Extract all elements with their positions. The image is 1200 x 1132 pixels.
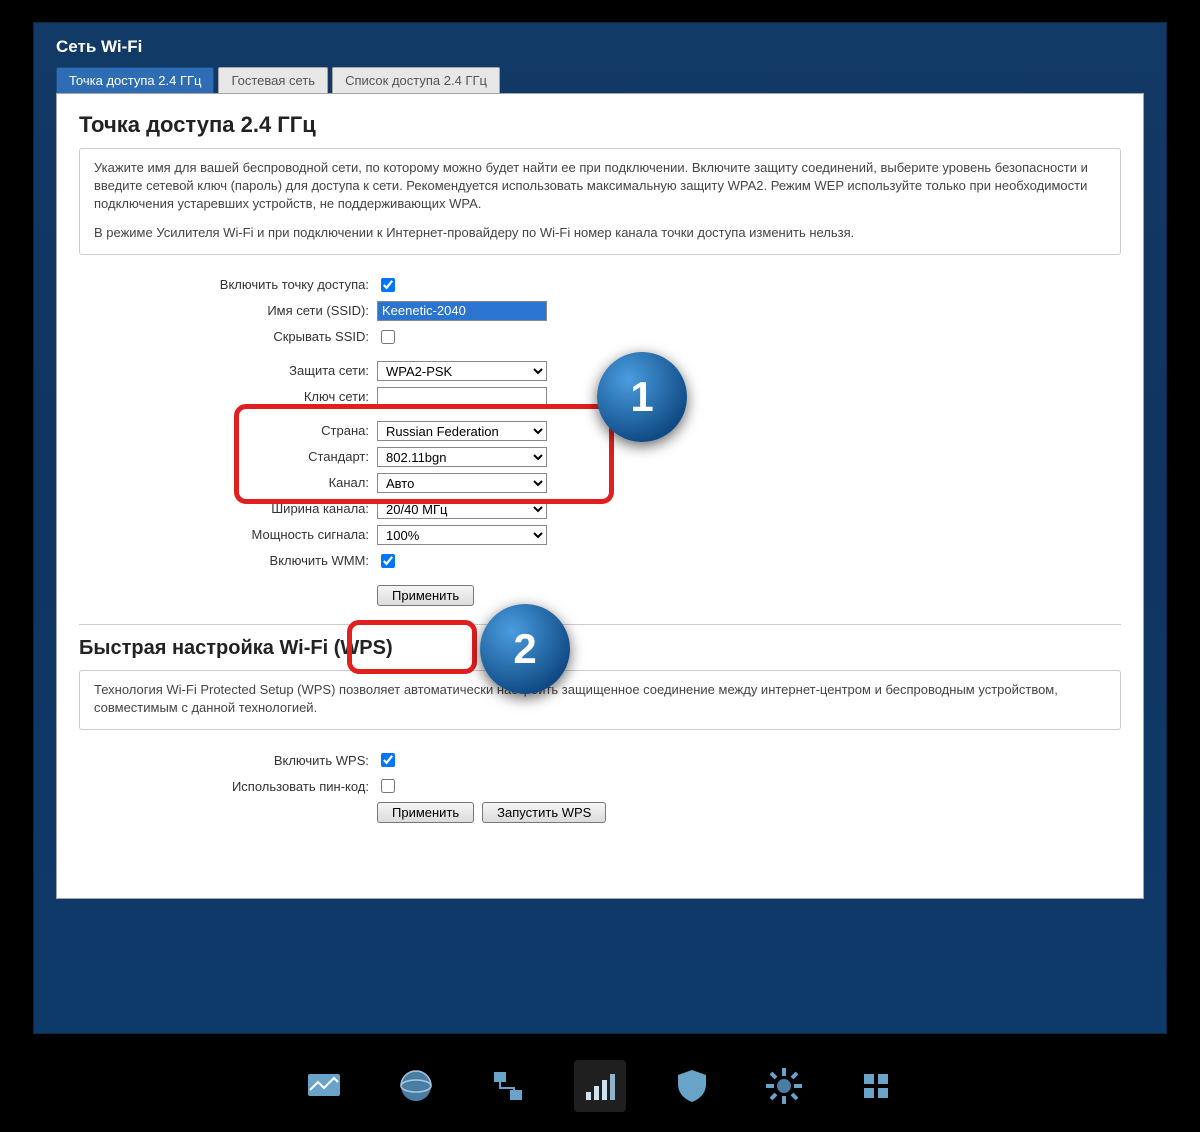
tab-ap-24[interactable]: Точка доступа 2.4 ГГц bbox=[56, 67, 214, 93]
wps-desc: Технология Wi-Fi Protected Setup (WPS) п… bbox=[94, 681, 1106, 717]
monitor-icon[interactable] bbox=[298, 1060, 350, 1112]
wps-section-title: Быстрая настройка Wi-Fi (WPS) bbox=[79, 637, 1121, 660]
label-wmm: Включить WMM: bbox=[79, 553, 377, 568]
shield-icon[interactable] bbox=[666, 1060, 718, 1112]
network-icon[interactable] bbox=[482, 1060, 534, 1112]
ap-info-box: Укажите имя для вашей беспроводной сети,… bbox=[79, 148, 1121, 255]
page-title: Сеть Wi-Fi bbox=[34, 23, 1166, 67]
select-country[interactable]: Russian Federation bbox=[377, 421, 547, 441]
start-wps-button[interactable]: Запустить WPS bbox=[482, 802, 606, 823]
select-width[interactable]: 20/40 МГц bbox=[377, 499, 547, 519]
label-width: Ширина канала: bbox=[79, 501, 377, 516]
label-enable-ap: Включить точку доступа: bbox=[79, 277, 377, 292]
select-standard[interactable]: 802.11bgn bbox=[377, 447, 547, 467]
ap-desc-2: В режиме Усилителя Wi-Fi и при подключен… bbox=[94, 224, 1106, 242]
annotation-badge-2: 2 bbox=[480, 604, 570, 694]
label-use-pin: Использовать пин-код: bbox=[79, 779, 377, 794]
checkbox-use-pin[interactable] bbox=[381, 779, 395, 793]
label-country: Страна: bbox=[79, 423, 377, 438]
label-power: Мощность сигнала: bbox=[79, 527, 377, 542]
label-key: Ключ сети: bbox=[79, 389, 377, 404]
gear-icon[interactable] bbox=[758, 1060, 810, 1112]
tabs: Точка доступа 2.4 ГГц Гостевая сеть Спис… bbox=[34, 67, 1166, 93]
input-key[interactable] bbox=[377, 387, 547, 407]
input-ssid[interactable] bbox=[377, 301, 547, 321]
label-ssid: Имя сети (SSID): bbox=[79, 303, 377, 318]
tab-access-list[interactable]: Список доступа 2.4 ГГц bbox=[332, 67, 500, 93]
ap-section-title: Точка доступа 2.4 ГГц bbox=[79, 112, 1121, 138]
content-panel: Точка доступа 2.4 ГГц Укажите имя для ва… bbox=[56, 93, 1144, 899]
label-hide-ssid: Скрывать SSID: bbox=[79, 329, 377, 344]
label-channel: Канал: bbox=[79, 475, 377, 490]
bottom-navbar bbox=[0, 1046, 1200, 1126]
apply-wps-button[interactable]: Применить bbox=[377, 802, 474, 823]
wifi-icon[interactable] bbox=[574, 1060, 626, 1112]
checkbox-wmm[interactable] bbox=[381, 554, 395, 568]
checkbox-enable-ap[interactable] bbox=[381, 278, 395, 292]
label-standard: Стандарт: bbox=[79, 449, 377, 464]
apply-ap-button[interactable]: Применить bbox=[377, 585, 474, 606]
wps-info-box: Технология Wi-Fi Protected Setup (WPS) п… bbox=[79, 670, 1121, 730]
checkbox-hide-ssid[interactable] bbox=[381, 330, 395, 344]
globe-icon[interactable] bbox=[390, 1060, 442, 1112]
ap-desc-1: Укажите имя для вашей беспроводной сети,… bbox=[94, 159, 1106, 214]
label-security: Защита сети: bbox=[79, 363, 377, 378]
select-power[interactable]: 100% bbox=[377, 525, 547, 545]
checkbox-enable-wps[interactable] bbox=[381, 753, 395, 767]
select-channel[interactable]: Авто bbox=[377, 473, 547, 493]
label-enable-wps: Включить WPS: bbox=[79, 753, 377, 768]
apps-icon[interactable] bbox=[850, 1060, 902, 1112]
annotation-badge-1: 1 bbox=[597, 352, 687, 442]
tab-guest[interactable]: Гостевая сеть bbox=[218, 67, 328, 93]
select-security[interactable]: WPA2-PSK bbox=[377, 361, 547, 381]
